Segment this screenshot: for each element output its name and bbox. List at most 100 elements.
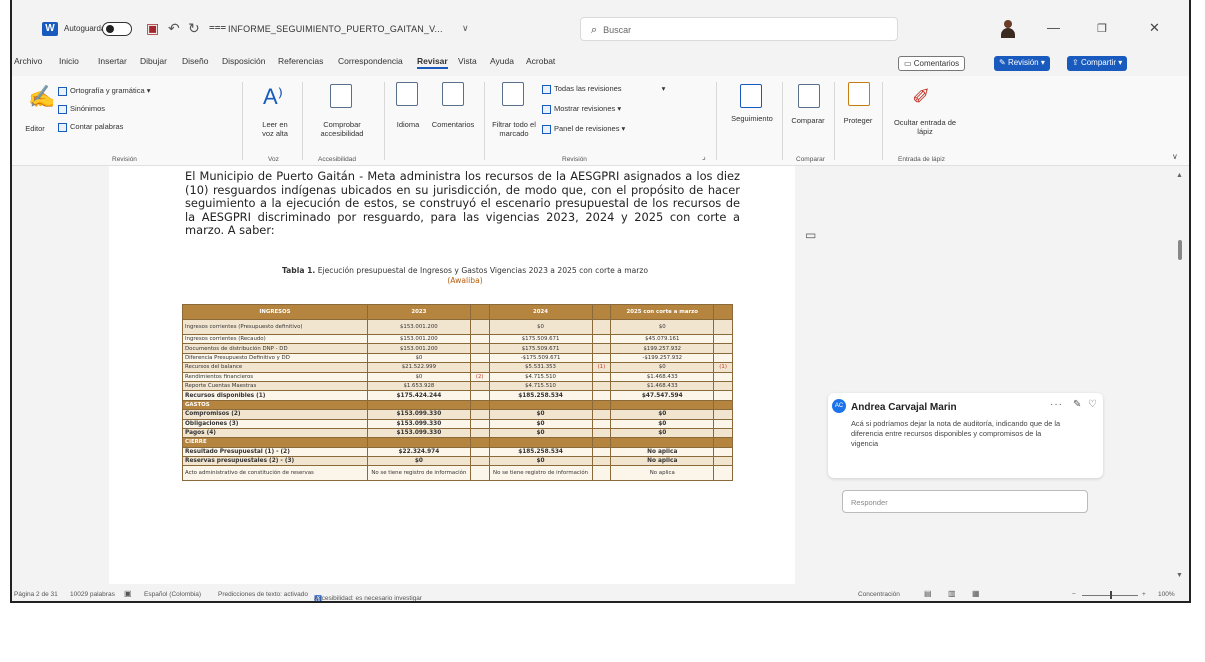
scroll-thumb[interactable]: [1178, 240, 1182, 260]
all-revisions-icon: [542, 84, 551, 94]
document-area: El Municipio de Puerto Gaitán - Meta adm…: [12, 166, 1189, 584]
language-button[interactable]: Idioma: [390, 120, 426, 129]
reply-input[interactable]: Responder: [842, 490, 1088, 513]
word-count-button[interactable]: Contar palabras: [58, 122, 123, 132]
zoom-level[interactable]: 100%: [1158, 591, 1175, 598]
table-cell: [591, 427, 612, 439]
hide-ink-button[interactable]: Ocultar entrada de lápiz: [892, 118, 958, 136]
tab-referencias[interactable]: Referencias: [278, 56, 323, 66]
tab-insertar[interactable]: Insertar: [98, 56, 127, 66]
scroll-down-icon[interactable]: ▼: [1176, 572, 1183, 579]
protect-button[interactable]: Proteger: [838, 116, 878, 125]
read-aloud-button[interactable]: Leer en voz alta: [256, 120, 294, 138]
chevron-down-icon[interactable]: ∨: [462, 23, 469, 34]
restore-icon[interactable]: ❐: [1097, 22, 1107, 35]
proofing-icon[interactable]: ▣: [124, 589, 132, 598]
text-predictions[interactable]: Predicciones de texto: activado: [218, 591, 308, 598]
table-cell: $0: [488, 418, 593, 429]
table-cell: $0: [488, 427, 593, 439]
customize-toolbar-icon[interactable]: ⩶: [209, 22, 226, 33]
like-icon[interactable]: ♡: [1088, 399, 1097, 410]
table-row: Rendimientos financieros $0 (2) $4.715.510 $…: [182, 371, 733, 382]
table-cell: [469, 319, 490, 335]
vertical-scrollbar[interactable]: ▲ ▼: [1176, 172, 1186, 582]
revision-button[interactable]: ✎ Revisión ▾: [994, 56, 1050, 71]
more-options-icon[interactable]: ···: [1050, 399, 1063, 410]
table-row: Obligaciones (3) $153.099.330 $0 $0: [182, 418, 733, 429]
edit-icon[interactable]: ✎: [1073, 399, 1081, 410]
document-page[interactable]: El Municipio de Puerto Gaitán - Meta adm…: [109, 166, 795, 584]
search-input[interactable]: ⌕ Buscar: [580, 17, 898, 41]
show-markup-button[interactable]: Mostrar revisiones ▾: [542, 104, 621, 114]
editor-button[interactable]: Editor: [20, 124, 50, 133]
redo-icon[interactable]: ↻: [188, 20, 200, 37]
table-cell: $153.001.200: [366, 319, 471, 335]
share-button[interactable]: ⇪ Compartir ▾: [1067, 56, 1128, 71]
table-cell: [469, 409, 490, 420]
thesaurus-button[interactable]: Sinónimos: [58, 104, 105, 114]
comment-anchor-icon[interactable]: ▭: [805, 228, 816, 242]
table-header-cell: [469, 304, 490, 320]
table-cell: [591, 437, 612, 448]
ribbon-collapse-icon[interactable]: ∨: [1172, 152, 1178, 161]
tab-inicio[interactable]: Inicio: [59, 56, 79, 66]
tab-vista[interactable]: Vista: [458, 56, 477, 66]
tab-archivo[interactable]: Archivo: [14, 56, 42, 66]
scroll-up-icon[interactable]: ▲: [1176, 172, 1183, 179]
save-icon[interactable]: ▣: [146, 20, 159, 37]
language-status[interactable]: Español (Colombia): [144, 591, 201, 598]
thesaurus-icon: [58, 104, 67, 114]
filter-markup-button[interactable]: Filtrar todo el marcado: [488, 120, 540, 138]
table-cell: [713, 409, 733, 420]
caption-highlight: (Awaliba): [447, 276, 483, 285]
minimize-icon[interactable]: —: [1047, 20, 1060, 35]
table-header-cell: 2024: [488, 304, 593, 320]
tab-acrobat[interactable]: Acrobat: [526, 56, 555, 66]
table-cell: $0: [610, 319, 715, 335]
tab-correspondencia[interactable]: Correspondencia: [338, 56, 403, 66]
compare-button[interactable]: Comparar: [786, 116, 830, 125]
revisions-pane-button[interactable]: Panel de revisiones ▾: [542, 124, 625, 134]
document-title[interactable]: INFORME_SEGUIMIENTO_PUERTO_GAITAN_V...: [228, 24, 443, 34]
web-layout-icon[interactable]: ▦: [972, 589, 980, 598]
table-cell: [591, 380, 612, 392]
table-cell: $0: [366, 352, 471, 364]
table-cell: [488, 399, 593, 411]
page-count[interactable]: Página 2 de 31: [14, 591, 58, 598]
table-cell: [713, 371, 733, 382]
group-voz: Voz: [268, 156, 279, 163]
table-cell: [469, 437, 490, 448]
undo-icon[interactable]: ↶: [168, 20, 180, 37]
word-count[interactable]: 10029 palabras: [70, 591, 115, 598]
table-cell: No aplica: [610, 456, 715, 467]
focus-mode[interactable]: Concentración: [858, 591, 900, 598]
table-cell: [591, 333, 612, 345]
table-cell: $153.001.200: [366, 333, 471, 345]
tab-disposicion[interactable]: Disposición: [222, 56, 265, 66]
tracking-button[interactable]: Seguimiento: [726, 114, 778, 123]
user-avatar[interactable]: [1000, 20, 1016, 38]
autosave-toggle[interactable]: [102, 22, 132, 36]
tab-ayuda[interactable]: Ayuda: [490, 56, 514, 66]
zoom-slider-thumb[interactable]: [1110, 591, 1112, 599]
read-mode-icon[interactable]: ▤: [924, 589, 932, 598]
expand-group-icon[interactable]: ⌟: [702, 152, 706, 161]
comment-avatar: AC: [832, 399, 846, 413]
language-icon: [396, 82, 418, 106]
tab-diseno[interactable]: Diseño: [182, 56, 208, 66]
comment-card[interactable]: AC Andrea Carvajal Marin ··· ✎ ♡ Acá si …: [828, 393, 1103, 478]
print-layout-icon[interactable]: ▥: [948, 589, 956, 598]
comments-button[interactable]: ▭ Comentarios: [898, 56, 966, 71]
tab-dibujar[interactable]: Dibujar: [140, 56, 167, 66]
comments-group-button[interactable]: Comentarios: [428, 120, 478, 129]
table-cell: [591, 456, 612, 467]
zoom-in-icon[interactable]: +: [1142, 591, 1146, 598]
tab-revisar[interactable]: Revisar: [417, 56, 448, 69]
spelling-button[interactable]: Ortografía y gramática ▾: [58, 86, 150, 96]
accessibility-check-button[interactable]: Comprobar accesibilidad: [310, 120, 374, 138]
all-revisions-select[interactable]: Todas las revisiones ▾: [542, 84, 665, 94]
table-cell: [469, 418, 490, 429]
zoom-out-icon[interactable]: −: [1072, 591, 1076, 598]
table-header-cell: INGRESOS: [182, 304, 368, 320]
close-icon[interactable]: ✕: [1149, 20, 1160, 36]
